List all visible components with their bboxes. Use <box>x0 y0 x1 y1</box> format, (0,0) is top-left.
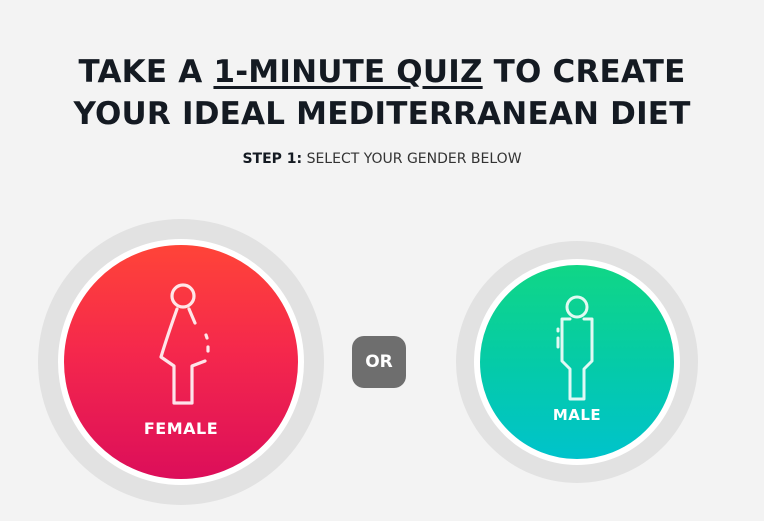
quiz-headline: TAKE A 1-MINUTE QUIZ TO CREATE YOUR IDEA… <box>0 51 764 135</box>
female-figure-icon <box>159 283 210 405</box>
headline-part-3: TO CREATE <box>482 53 686 90</box>
male-figure-icon <box>556 295 594 401</box>
headline-line-2: YOUR IDEAL MEDITERRANEAN DIET <box>73 95 691 132</box>
female-label: FEMALE <box>143 419 219 438</box>
headline-quiz-highlight: 1-MINUTE QUIZ <box>213 53 483 90</box>
male-option-button[interactable]: MALE <box>474 259 680 465</box>
or-separator: OR <box>352 336 406 388</box>
headline-line-1: TAKE A 1-MINUTE QUIZ TO CREATE <box>0 51 764 93</box>
step-text: SELECT YOUR GENDER BELOW <box>302 151 522 167</box>
headline-part-1: TAKE A <box>78 53 214 90</box>
step-label: STEP 1: <box>242 151 303 167</box>
female-option-button[interactable]: FEMALE <box>58 239 304 485</box>
step-instruction: STEP 1: SELECT YOUR GENDER BELOW <box>0 150 764 168</box>
male-label: MALE <box>552 406 602 424</box>
